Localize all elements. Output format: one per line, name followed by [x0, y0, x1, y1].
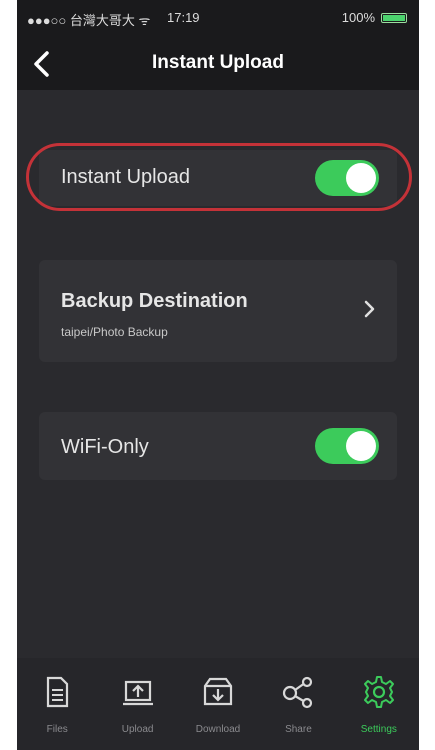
tab-label: Share [285, 724, 312, 735]
tab-upload[interactable]: Upload [97, 658, 177, 750]
instant-upload-toggle[interactable] [315, 160, 379, 196]
download-icon [203, 677, 233, 706]
instant-upload-label: Instant Upload [61, 166, 190, 188]
backup-destination-row[interactable]: Backup Destination taipei/Photo Backup [39, 260, 397, 362]
file-icon [47, 676, 69, 708]
backup-destination-label: Backup Destination [61, 290, 248, 312]
wifi-only-toggle[interactable] [315, 428, 379, 464]
tab-label: Upload [121, 724, 154, 735]
battery-status: 100% [342, 10, 407, 25]
gear-icon [363, 676, 394, 708]
backup-destination-value: taipei/Photo Backup [61, 325, 168, 339]
carrier-label: ●●●○○ 台灣大哥大 ᯤ [27, 13, 151, 28]
wifi-only-row[interactable]: WiFi-Only [39, 412, 397, 480]
tab-share[interactable]: Share [258, 658, 338, 750]
page-title: Instant Upload [152, 52, 284, 73]
tab-label: Download [195, 724, 241, 735]
chevron-right-icon [364, 300, 375, 318]
status-bar: ●●●○○ 台灣大哥大 ᯤ 17:19 100% [17, 0, 419, 34]
upload-icon [122, 680, 153, 706]
tab-bar: Files Upload Download Share Settings [17, 658, 419, 750]
status-time: 17:19 [167, 10, 200, 25]
battery-icon [381, 12, 407, 23]
navigation-bar: Instant Upload [17, 40, 419, 90]
wifi-only-label: WiFi-Only [61, 436, 149, 458]
top-bar: ●●●○○ 台灣大哥大 ᯤ 17:19 100% Instant Upload [17, 0, 419, 90]
instant-upload-row[interactable]: Instant Upload [39, 150, 397, 206]
tab-files[interactable]: Files [17, 658, 97, 750]
tab-settings[interactable]: Settings [339, 658, 419, 750]
tab-download[interactable]: Download [178, 658, 258, 750]
tab-label: Settings [360, 724, 397, 735]
screen: ●●●○○ 台灣大哥大 ᯤ 17:19 100% Instant Upload … [17, 0, 419, 750]
phone-frame: ●●●○○ 台灣大哥大 ᯤ 17:19 100% Instant Upload … [0, 0, 435, 750]
share-icon [283, 676, 313, 709]
tab-label: Files [46, 724, 68, 735]
battery-percent: 100% [341, 10, 375, 25]
